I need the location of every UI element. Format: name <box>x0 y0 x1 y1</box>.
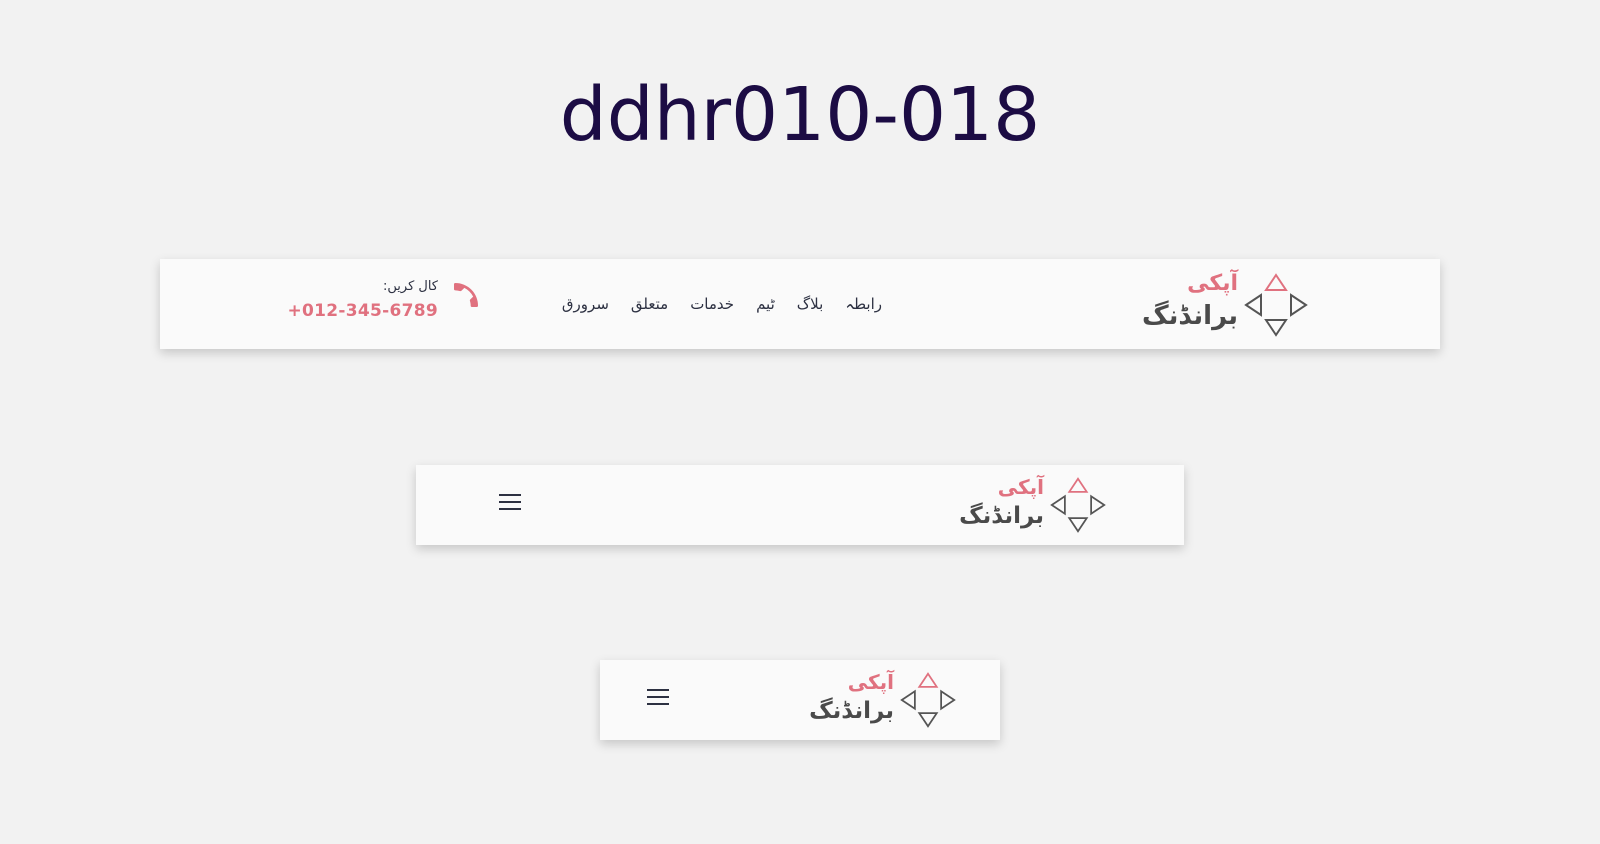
brand-name-bottom: برانڈنگ <box>1141 301 1238 331</box>
menu-item-about[interactable]: متعلق <box>631 295 668 313</box>
brand-logo[interactable]: آپکی برانڈنگ <box>809 670 956 730</box>
brand-name-top: آپکی <box>1187 271 1238 296</box>
menu-item-blog[interactable]: بلاگ <box>797 295 824 313</box>
brand-name-bottom: برانڈنگ <box>959 503 1044 529</box>
logo-arrows-icon <box>900 672 956 728</box>
menu-item-home[interactable]: سرورق <box>562 295 609 313</box>
brand-name-top: آپکی <box>847 670 894 694</box>
menu-item-team[interactable]: ٹیم <box>756 295 775 313</box>
logo-arrows-icon <box>1050 477 1106 533</box>
phone-icon <box>454 283 478 307</box>
hamburger-menu-icon[interactable] <box>499 494 523 514</box>
menu-item-services[interactable]: خدمات <box>690 295 734 313</box>
brand-logo[interactable]: آپکی برانڈنگ <box>1142 271 1308 337</box>
navbar-tablet: آپکی برانڈنگ <box>416 465 1184 545</box>
hamburger-menu-icon[interactable] <box>647 689 671 709</box>
navbar-mobile: آپکی برانڈنگ <box>600 660 1000 740</box>
call-block: کال کریں: +012-345-6789 <box>258 279 438 329</box>
brand-name-top: آپکی <box>997 475 1044 499</box>
brand-name-bottom: برانڈنگ <box>809 698 894 724</box>
page-title: ddhr010-018 <box>559 72 1041 158</box>
call-label: کال کریں: <box>383 279 438 294</box>
logo-arrows-icon <box>1244 273 1308 337</box>
menu-item-contact[interactable]: رابطہ <box>845 295 882 313</box>
brand-logo[interactable]: آپکی برانڈنگ <box>959 475 1106 535</box>
navbar-desktop: آپکی برانڈنگ سرورق متعلق خدمات ٹیم بلاگ … <box>160 259 1440 349</box>
phone-number-link[interactable]: +012-345-6789 <box>287 301 438 321</box>
main-menu: سرورق متعلق خدمات ٹیم بلاگ رابطہ <box>562 259 882 349</box>
